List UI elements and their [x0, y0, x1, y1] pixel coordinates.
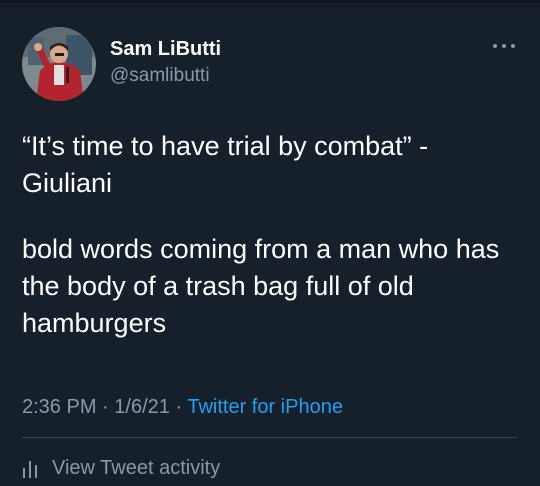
- tweet-date: 1/6/21: [114, 396, 170, 418]
- view-activity-button[interactable]: View Tweet activity: [22, 455, 220, 481]
- top-border: [0, 0, 540, 3]
- divider: [22, 437, 518, 438]
- tweet-text-quote: “It’s time to have trial by combat” - Gi…: [22, 131, 429, 198]
- meta-separator: ·: [175, 396, 183, 418]
- author-handle[interactable]: @samlibutti: [110, 65, 210, 87]
- tweet-time: 2:36 PM: [22, 396, 97, 418]
- analytics-bars-icon: [23, 461, 37, 478]
- meta-separator: ·: [102, 396, 109, 418]
- tweet-text-body: bold words coming from a man who has the…: [22, 234, 500, 338]
- author-name[interactable]: Sam LiButti: [110, 38, 221, 61]
- tweet-meta: 2:36 PM · 1/6/21 · Twitter for iPhone: [22, 396, 343, 419]
- view-activity-label: View Tweet activity: [52, 456, 221, 479]
- more-icon[interactable]: [489, 36, 519, 56]
- avatar[interactable]: [22, 27, 96, 101]
- tweet-source-link[interactable]: Twitter for iPhone: [187, 396, 343, 418]
- profile-photo: [22, 27, 96, 101]
